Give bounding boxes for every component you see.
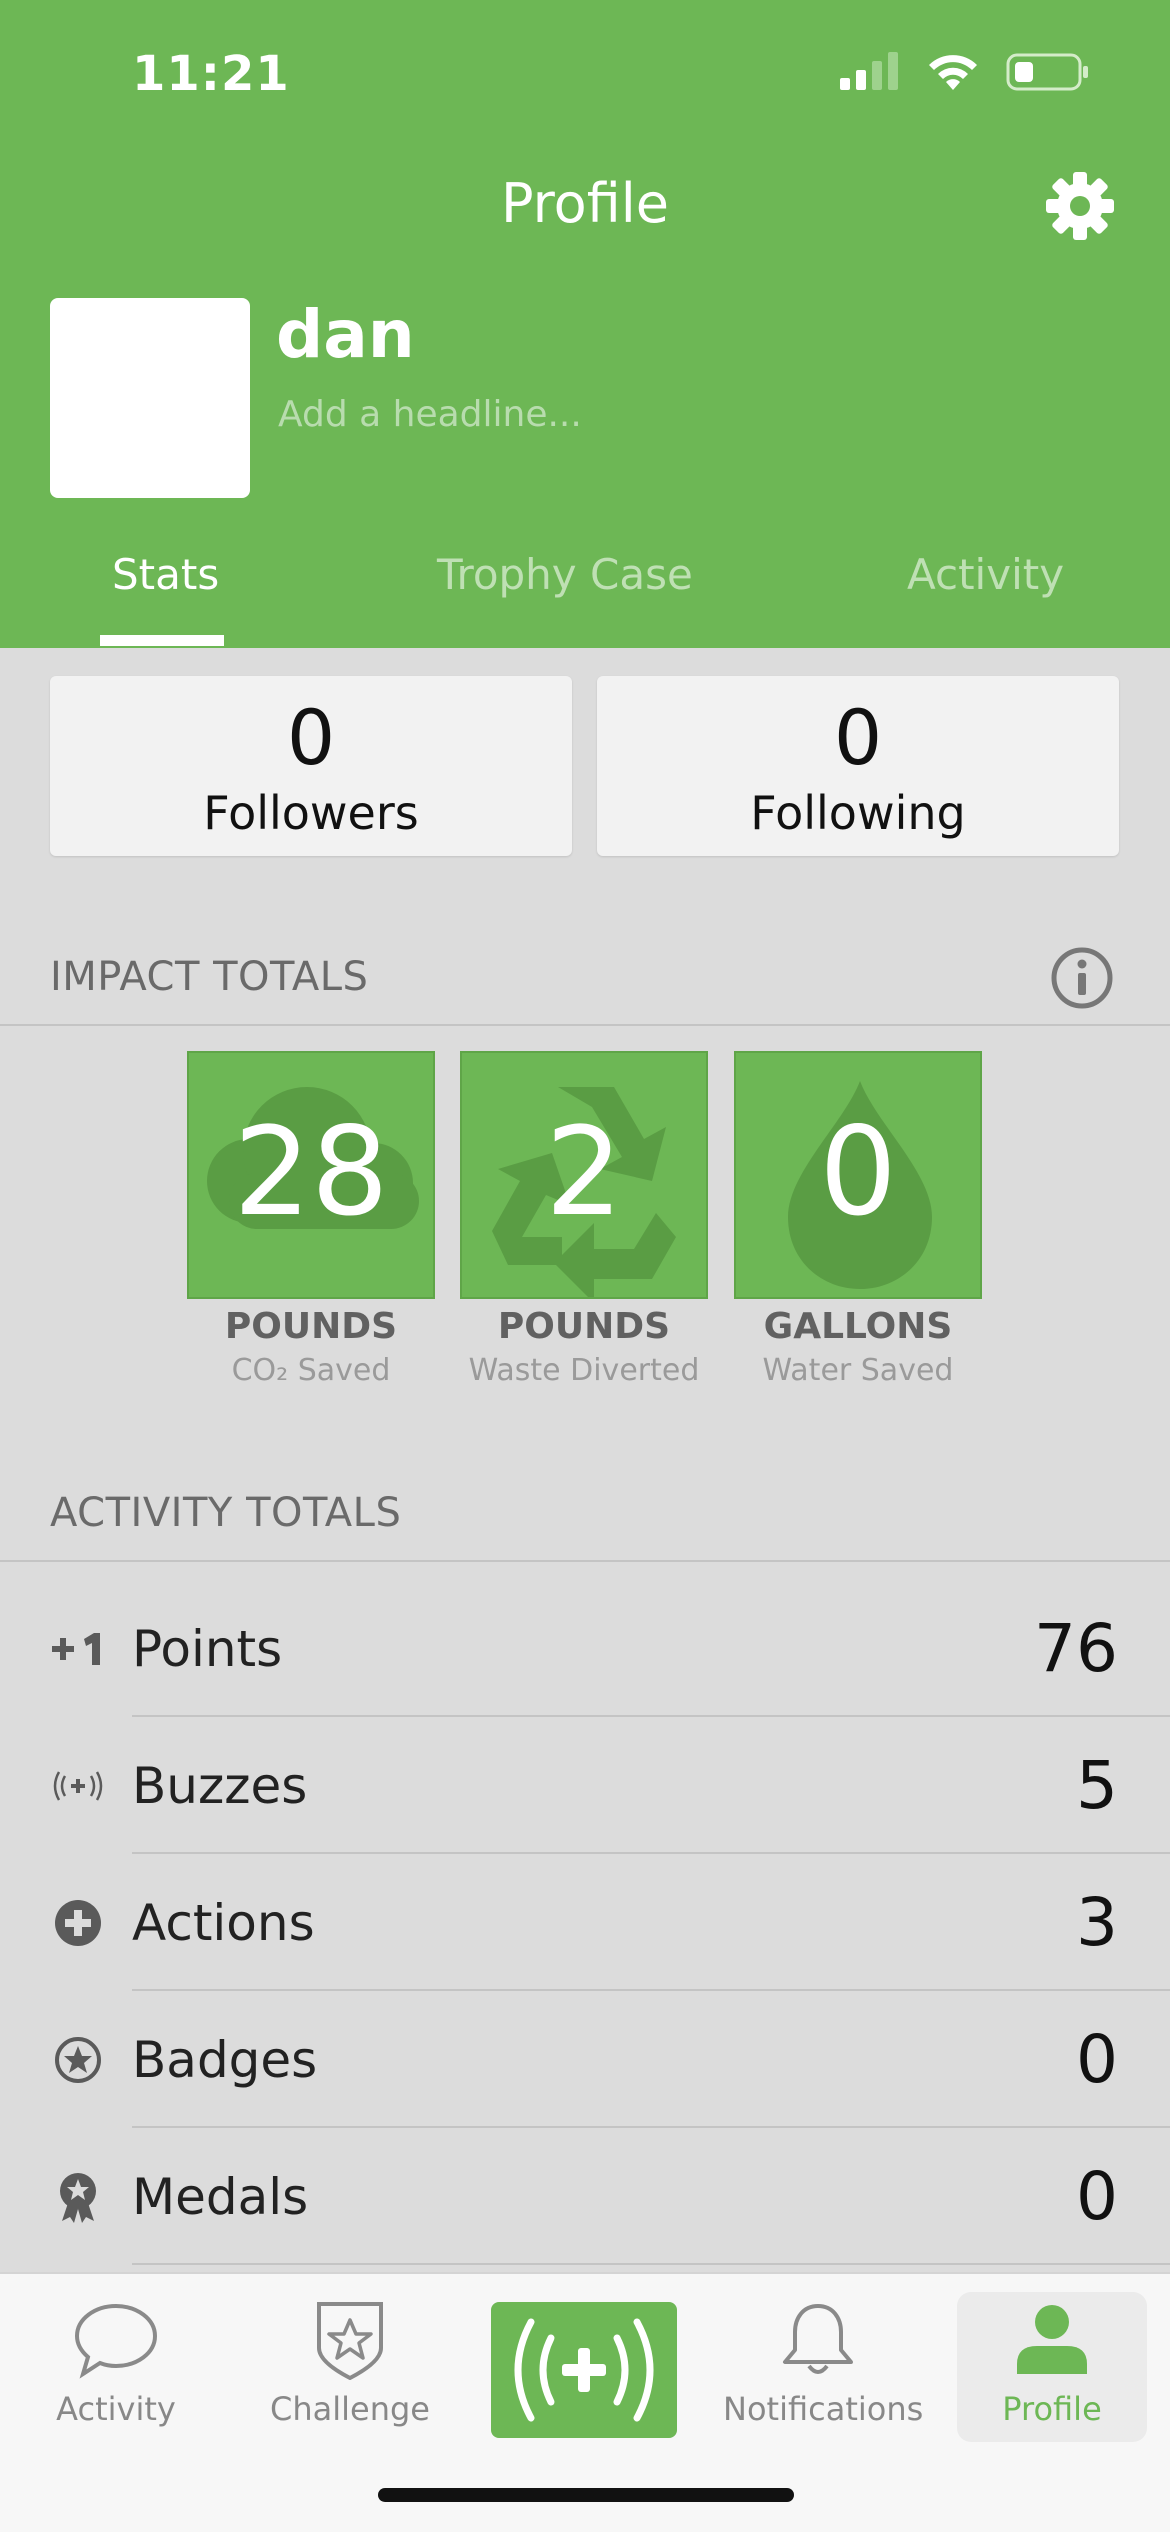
cellular-signal-icon (840, 52, 898, 90)
water-unit: GALLONS (763, 1306, 953, 1347)
list-item-buzzes[interactable]: Buzzes 5 (0, 1717, 1170, 1854)
followers-label: Followers (203, 786, 419, 840)
following-card[interactable]: 0 Following (597, 676, 1119, 856)
nav-activity[interactable]: Activity (21, 2292, 211, 2442)
medal-icon (50, 2171, 106, 2223)
waste-impact-tile: 2 (460, 1051, 708, 1299)
active-tab-indicator (100, 635, 224, 646)
nav-activity-label: Activity (56, 2390, 176, 2428)
home-indicator (378, 2488, 794, 2502)
water-impact-tile: 0 (734, 1051, 982, 1299)
page-title: Profile (501, 172, 669, 235)
nav-challenge-label: Challenge (270, 2390, 430, 2428)
status-time: 11:21 (132, 46, 290, 102)
medals-label: Medals (132, 2168, 309, 2226)
co2-unit: POUNDS (224, 1306, 398, 1347)
buzz-icon (50, 1760, 106, 1812)
waste-unit: POUNDS (497, 1306, 671, 1347)
profile-header: 11:21 Profile dan Add a headline... Stat… (0, 0, 1170, 648)
buzzes-label: Buzzes (132, 1757, 308, 1815)
person-icon (1017, 2305, 1087, 2374)
list-item-medals[interactable]: Medals 0 (0, 2128, 1170, 2265)
water-value: 0 (819, 1101, 897, 1243)
buzzes-value: 5 (1076, 1747, 1118, 1824)
list-item-points[interactable]: Points 76 (0, 1580, 1170, 1717)
activity-totals-title: ACTIVITY TOTALS (50, 1490, 402, 1536)
waste-value: 2 (545, 1101, 623, 1243)
battery-icon (1006, 53, 1088, 91)
following-count: 0 (833, 693, 883, 782)
points-value: 76 (1034, 1610, 1118, 1687)
section-divider (0, 1024, 1170, 1026)
waste-caption: POUNDS Waste Diverted (434, 1306, 734, 1388)
followers-card[interactable]: 0 Followers (50, 676, 572, 856)
headline-field[interactable]: Add a headline... (278, 394, 582, 435)
buzz-button[interactable] (491, 2302, 677, 2438)
actions-value: 3 (1076, 1884, 1118, 1961)
nav-profile-label: Profile (1002, 2390, 1102, 2428)
tab-trophy-case[interactable]: Trophy Case (437, 550, 693, 599)
followers-count: 0 (286, 693, 336, 782)
co2-impact-tile: 28 (187, 1051, 435, 1299)
co2-caption: POUNDS CO₂ Saved (161, 1306, 461, 1388)
plus-circle-icon (50, 1897, 106, 1949)
buzz-icon (514, 2318, 654, 2422)
section-divider (0, 1560, 1170, 1562)
nav-challenge[interactable]: Challenge (255, 2292, 445, 2442)
tab-stats[interactable]: Stats (112, 550, 219, 599)
points-label: Points (132, 1620, 283, 1678)
gear-icon[interactable] (1042, 168, 1118, 244)
tab-activity[interactable]: Activity (907, 550, 1064, 599)
row-divider (132, 2263, 1170, 2265)
badges-value: 0 (1076, 2021, 1118, 2098)
plus-one-icon (50, 1623, 106, 1675)
list-item-actions[interactable]: Actions 3 (0, 1854, 1170, 1991)
water-caption: GALLONS Water Saved (708, 1306, 1008, 1388)
username: dan (276, 296, 415, 373)
chat-bubble-icon (74, 2303, 158, 2379)
badges-label: Badges (132, 2031, 318, 2089)
impact-totals-title: IMPACT TOTALS (50, 954, 369, 1000)
list-item-badges[interactable]: Badges 0 (0, 1991, 1170, 2128)
status-icons (840, 52, 1090, 92)
water-caption-text: Water Saved (762, 1353, 954, 1388)
actions-label: Actions (132, 1894, 315, 1952)
following-label: Following (750, 786, 966, 840)
wifi-icon (929, 55, 977, 90)
co2-caption-text: CO₂ Saved (231, 1353, 391, 1388)
info-icon[interactable] (1050, 946, 1114, 1010)
avatar[interactable] (50, 298, 250, 498)
nav-notifications[interactable]: Notifications (723, 2292, 924, 2442)
waste-caption-text: Waste Diverted (468, 1353, 700, 1388)
co2-value: 28 (233, 1101, 389, 1243)
star-badge-icon (50, 2034, 106, 2086)
profile-screen: 11:21 Profile dan Add a headline... Stat… (0, 0, 1170, 2532)
shield-star-icon (317, 2302, 383, 2380)
medals-value: 0 (1076, 2158, 1118, 2235)
nav-notifications-label: Notifications (723, 2390, 924, 2428)
nav-profile[interactable]: Profile (957, 2292, 1147, 2442)
bell-icon (783, 2304, 853, 2374)
